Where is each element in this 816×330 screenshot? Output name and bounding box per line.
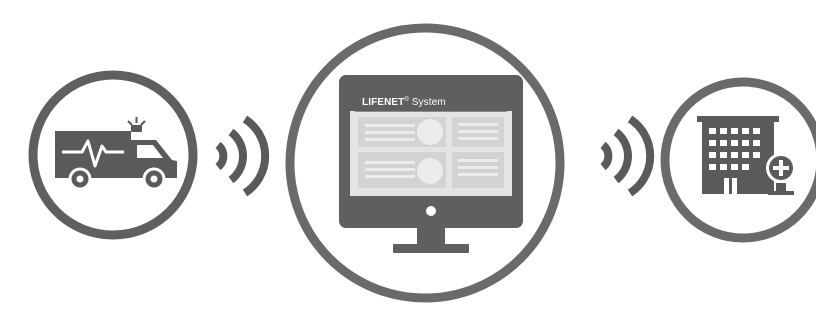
power-button-dot [426,206,436,216]
screen-panels [358,117,504,188]
screen-title: LIFENET® System [362,97,446,108]
data-transmission-diagram: LIFENET® System [0,0,816,330]
hospital-icon [697,116,796,195]
monitor-node [285,23,565,303]
product-label: System [408,97,446,108]
brand-label: LIFENET [362,97,405,108]
wireless-signal-icon [215,115,270,197]
ambulance-node [28,70,198,240]
hospital-node [660,77,816,243]
wireless-signal-icon [600,115,655,197]
ambulance-icon [55,117,177,191]
